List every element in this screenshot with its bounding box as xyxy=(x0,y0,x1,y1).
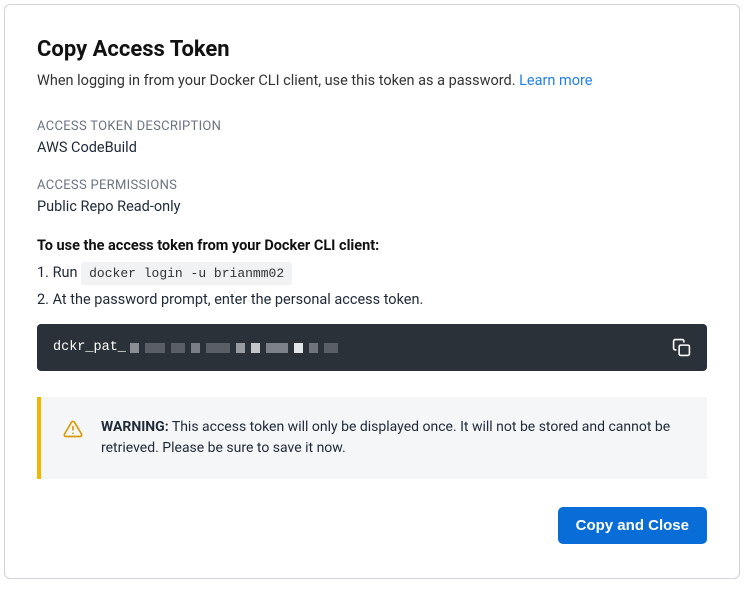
permissions-label: ACCESS PERMISSIONS xyxy=(37,178,707,193)
instructions-heading: To use the access token from your Docker… xyxy=(37,237,707,254)
warning-banner: WARNING: This access token will only be … xyxy=(37,397,707,479)
modal-subtitle: When logging in from your Docker CLI cli… xyxy=(37,72,707,89)
description-section: ACCESS TOKEN DESCRIPTION AWS CodeBuild xyxy=(37,119,707,156)
copy-token-button[interactable] xyxy=(672,338,691,357)
description-value: AWS CodeBuild xyxy=(37,139,707,156)
learn-more-link[interactable]: Learn more xyxy=(519,72,592,89)
access-token-modal: Copy Access Token When logging in from y… xyxy=(4,4,740,579)
warning-body: This access token will only be displayed… xyxy=(101,419,670,456)
warning-icon xyxy=(63,417,83,443)
copy-and-close-button[interactable]: Copy and Close xyxy=(558,507,707,544)
token-redacted xyxy=(130,343,338,353)
permissions-section: ACCESS PERMISSIONS Public Repo Read-only xyxy=(37,178,707,215)
step-1-code: docker login -u brianmm02 xyxy=(81,262,292,285)
warning-label: WARNING: xyxy=(101,419,169,435)
permissions-value: Public Repo Read-only xyxy=(37,198,707,215)
button-row: Copy and Close xyxy=(37,507,707,544)
modal-title: Copy Access Token xyxy=(37,37,707,62)
description-label: ACCESS TOKEN DESCRIPTION xyxy=(37,119,707,134)
copy-icon xyxy=(672,338,691,357)
token-prefix: dckr_pat_ xyxy=(53,340,126,355)
token-display: dckr_pat_ xyxy=(37,324,707,371)
step-1-prefix: 1. Run xyxy=(37,264,81,281)
step-2: 2. At the password prompt, enter the per… xyxy=(37,291,707,308)
step-1: 1. Run docker login -u brianmm02 xyxy=(37,264,707,281)
token-content: dckr_pat_ xyxy=(53,340,338,355)
subtitle-text: When logging in from your Docker CLI cli… xyxy=(37,72,519,89)
warning-text: WARNING: This access token will only be … xyxy=(101,417,685,459)
